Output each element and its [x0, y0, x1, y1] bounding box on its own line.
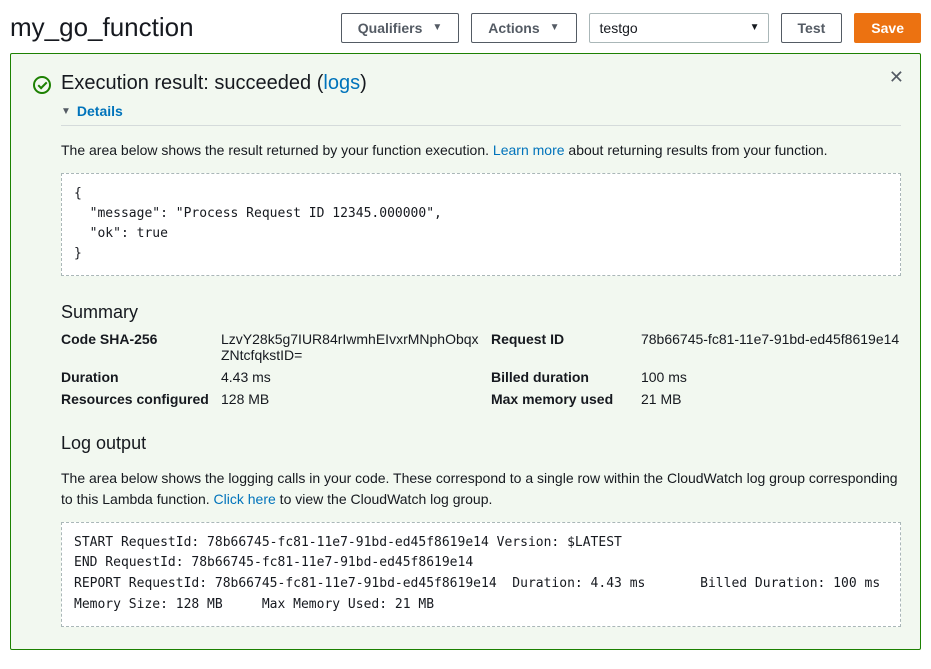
result-intro-text: The area below shows the result returned… [61, 140, 901, 161]
logs-link[interactable]: logs [323, 72, 360, 94]
qualifiers-dropdown[interactable]: Qualifiers ▼ [341, 13, 460, 43]
max-memory-label: Max memory used [491, 391, 631, 407]
status-word: succeeded [214, 72, 311, 94]
max-memory-value: 21 MB [641, 391, 901, 407]
click-here-link[interactable]: Click here [214, 491, 276, 507]
duration-label: Duration [61, 369, 211, 385]
summary-heading: Summary [61, 302, 901, 323]
details-label: Details [77, 103, 123, 119]
test-button[interactable]: Test [781, 13, 843, 43]
resources-configured-value: 128 MB [221, 391, 481, 407]
caret-down-icon: ▼ [432, 22, 442, 33]
code-sha-label: Code SHA-256 [61, 331, 211, 363]
function-name: my_go_function [10, 12, 194, 43]
log-output-box: START RequestId: 78b66745-fc81-11e7-91bd… [61, 522, 901, 627]
details-toggle[interactable]: ▼ Details [61, 103, 901, 126]
execution-status-title: Execution result: succeeded (logs) [61, 72, 901, 95]
log-output-heading: Log output [61, 433, 901, 454]
header-bar: my_go_function Qualifiers ▼ Actions ▼ te… [10, 10, 921, 53]
resources-configured-label: Resources configured [61, 391, 211, 407]
close-icon[interactable]: ✕ [889, 68, 904, 86]
test-event-select[interactable]: testgo ▼ [589, 13, 769, 43]
save-button[interactable]: Save [854, 13, 921, 43]
log-intro-after: to view the CloudWatch log group. [276, 491, 493, 507]
duration-value: 4.43 ms [221, 369, 481, 385]
response-json-box: { "message": "Process Request ID 12345.0… [61, 173, 901, 276]
status-prefix: Execution result: [61, 72, 214, 94]
success-check-icon [33, 76, 51, 94]
result-intro-after: about returning results from your functi… [565, 142, 828, 158]
actions-label: Actions [488, 20, 539, 36]
caret-down-icon: ▼ [750, 22, 760, 33]
execution-result-panel: ✕ Execution result: succeeded (logs) ▼ D… [10, 53, 921, 650]
billed-duration-label: Billed duration [491, 369, 631, 385]
qualifiers-label: Qualifiers [358, 20, 423, 36]
triangle-down-icon: ▼ [61, 106, 71, 117]
code-sha-value: LzvY28k5g7IUR84rIwmhEIvxrMNphObqxZNtcfqk… [221, 331, 481, 363]
test-button-label: Test [798, 20, 826, 36]
caret-down-icon: ▼ [550, 22, 560, 33]
test-event-selected: testgo [600, 20, 638, 36]
billed-duration-value: 100 ms [641, 369, 901, 385]
summary-grid: Code SHA-256 LzvY28k5g7IUR84rIwmhEIvxrMN… [61, 331, 901, 407]
save-button-label: Save [871, 20, 904, 36]
result-intro-before: The area below shows the result returned… [61, 142, 493, 158]
request-id-value: 78b66745-fc81-11e7-91bd-ed45f8619e14 [641, 331, 901, 363]
learn-more-link[interactable]: Learn more [493, 142, 565, 158]
request-id-label: Request ID [491, 331, 631, 363]
log-intro-text: The area below shows the logging calls i… [61, 468, 901, 510]
actions-dropdown[interactable]: Actions ▼ [471, 13, 576, 43]
